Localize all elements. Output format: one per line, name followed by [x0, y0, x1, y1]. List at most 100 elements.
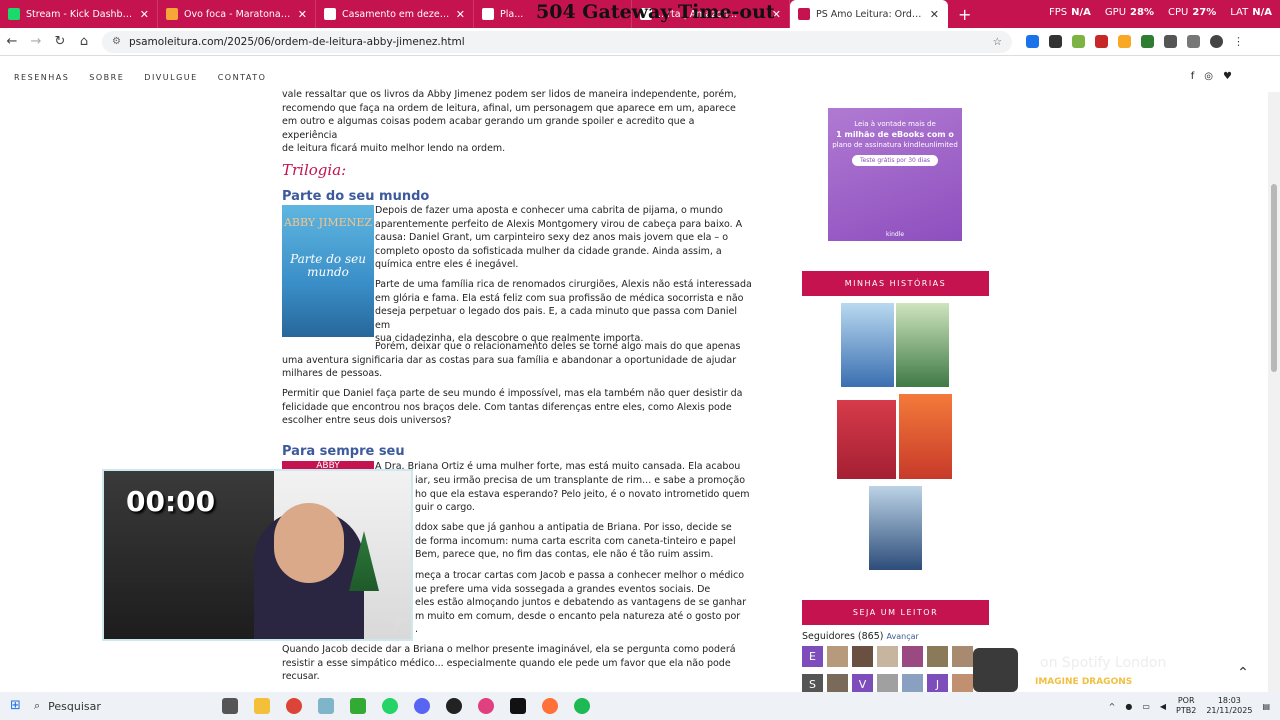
close-icon[interactable]: ✕ — [298, 8, 307, 21]
story-book-cover[interactable] — [841, 303, 894, 387]
extension-icon[interactable] — [1095, 35, 1108, 48]
ad-button[interactable]: Teste grátis por 30 dias — [851, 155, 939, 166]
menu-dots-icon[interactable]: ⋮ — [1233, 35, 1246, 48]
discord-icon[interactable] — [414, 698, 430, 714]
follower-avatar[interactable]: E — [802, 646, 823, 667]
back-icon[interactable]: ← — [0, 34, 24, 49]
follower-avatar[interactable] — [877, 646, 898, 667]
reload-icon[interactable]: ↻ — [48, 34, 72, 49]
maratona-favicon-icon — [166, 8, 178, 20]
search-placeholder: Pesquisar — [48, 699, 101, 713]
taskbar-search[interactable]: ⌕ Pesquisar — [34, 694, 214, 718]
task-view-icon[interactable] — [222, 698, 238, 714]
input-language[interactable]: POR PTB2 — [1176, 696, 1196, 716]
article-intro: vale ressaltar que os livros da Abby Jim… — [282, 88, 752, 156]
lang-line: PTB2 — [1176, 706, 1197, 715]
book1-title[interactable]: Parte do seu mundo — [282, 189, 429, 204]
extension-icon[interactable] — [1072, 35, 1085, 48]
notifications-icon[interactable]: ▤ — [1262, 702, 1270, 711]
microphone-icon[interactable]: ● — [1125, 702, 1132, 711]
intro-line: vale ressaltar que os livros da Abby Jim… — [282, 89, 737, 100]
clock[interactable]: 18:03 21/11/2025 — [1206, 696, 1252, 716]
text-line: . — [415, 624, 419, 636]
url-bar[interactable]: ⚙ psamoleitura.com/2025/06/ordem-de-leit… — [102, 30, 1012, 53]
story-book-cover[interactable] — [896, 303, 949, 387]
gpu-value: 28% — [1130, 7, 1154, 18]
story-book-cover[interactable] — [837, 400, 896, 479]
nav-divulgue[interactable]: DIVULGUE — [144, 73, 197, 82]
story-book-cover[interactable] — [899, 394, 952, 479]
book2-title[interactable]: Para sempre seu — [282, 444, 405, 459]
nav-resenhas[interactable]: RESENHAS — [14, 73, 69, 82]
extension-icon[interactable] — [1141, 35, 1154, 48]
gateway-error-overlay: 504 Gateway Time-out — [536, 1, 775, 23]
tab-ps-amo-leitura[interactable]: PS Amo Leitura: Ordem de leitu ✕ — [790, 0, 948, 28]
profile-avatar[interactable] — [1210, 35, 1223, 48]
intro-line: recomendo que faça na ordem de leitura, … — [282, 102, 736, 114]
tab-maratona[interactable]: Ovo foca - Maratona.app ✕ — [158, 0, 316, 28]
instagram-icon[interactable]: ◎ — [1204, 71, 1213, 82]
text-line: Porém, deixar que o relacionamento deles… — [375, 341, 741, 352]
forward-icon[interactable]: → — [24, 34, 48, 49]
app-icon[interactable] — [478, 698, 494, 714]
app-icon[interactable] — [318, 698, 334, 714]
extensions-puzzle-icon[interactable] — [1187, 35, 1200, 48]
new-tab-button[interactable]: + — [948, 5, 981, 24]
avatar-letter: E — [809, 650, 816, 663]
extension-icon[interactable] — [1026, 35, 1039, 48]
follower-avatar[interactable] — [852, 646, 873, 667]
trilogy-heading: Trilogia: — [282, 161, 347, 179]
book1-cover[interactable]: ABBY JIMENEZ Parte do seu mundo — [282, 205, 374, 337]
close-icon[interactable]: ✕ — [456, 8, 465, 21]
scroll-to-top-button[interactable]: ⌃ — [1232, 662, 1254, 684]
whatsapp-icon[interactable] — [382, 698, 398, 714]
nav-sobre[interactable]: SOBRE — [89, 73, 124, 82]
intro-line: em outro e algumas coisas podem acabar g… — [282, 116, 695, 141]
tab-label: Stream - Kick Dashboard — [26, 8, 134, 20]
text-line: química entre eles é inegável. — [375, 259, 519, 271]
tab-kick-dashboard[interactable]: Stream - Kick Dashboard ✕ — [0, 0, 158, 28]
story-book-cover[interactable] — [869, 486, 922, 570]
kindle-unlimited-ad[interactable]: Leia à vontade mais de 1 milhão de eBook… — [828, 108, 962, 241]
ad-line: Leia à vontade mais de — [854, 120, 936, 128]
spotify-icon[interactable] — [574, 698, 590, 714]
firefox-icon[interactable] — [542, 698, 558, 714]
facebook-icon[interactable]: f — [1191, 71, 1195, 82]
tab-label: Ovo foca - Maratona.app — [184, 8, 292, 20]
bookmark-star-icon[interactable]: ☆ — [993, 36, 1002, 48]
scrollbar-thumb[interactable] — [1271, 184, 1277, 372]
file-explorer-icon[interactable] — [254, 698, 270, 714]
app-icon[interactable] — [350, 698, 366, 714]
heart-icon[interactable]: ♥ — [1223, 71, 1232, 82]
performance-stats: FPS N/A GPU 28% CPU 27% LAT N/A — [1049, 7, 1272, 18]
extension-icon[interactable] — [1164, 35, 1177, 48]
chrome-icon[interactable] — [286, 698, 302, 714]
book2-paragraph-1-cont: iar, seu irmão precisa de um transplante… — [415, 474, 755, 515]
extension-icon[interactable] — [1118, 35, 1131, 48]
follower-avatar[interactable] — [902, 646, 923, 667]
extension-icon[interactable] — [1049, 35, 1062, 48]
home-icon[interactable]: ⌂ — [72, 34, 96, 49]
follower-avatar[interactable] — [827, 646, 848, 667]
text-line: Depois de fazer uma aposta e conhecer um… — [375, 205, 723, 216]
windows-taskbar: ⊞ ⌕ Pesquisar ^ ● ▭ ◀ POR PTB2 18:03 21/… — [0, 692, 1280, 720]
cpu-stat: CPU 27% — [1168, 7, 1216, 18]
tab-amazon-casamento[interactable]: Casamento em dezembro | An ✕ — [316, 0, 474, 28]
webcam-overlay: 00:00 ✈ — [102, 469, 413, 641]
close-icon[interactable]: ✕ — [140, 8, 149, 21]
notion-icon[interactable] — [510, 698, 526, 714]
followers-next-link[interactable]: Avançar — [887, 632, 919, 641]
chevron-up-icon[interactable]: ^ — [1109, 702, 1116, 711]
page-scrollbar[interactable] — [1268, 92, 1280, 692]
follower-avatar[interactable] — [952, 646, 973, 667]
follower-avatar[interactable] — [927, 646, 948, 667]
nav-contato[interactable]: CONTATO — [218, 73, 267, 82]
obs-icon[interactable] — [446, 698, 462, 714]
network-icon[interactable]: ▭ — [1142, 702, 1150, 711]
text-line: felicidade que encontrou nos braços dele… — [282, 401, 732, 413]
book1-paragraph-2: Parte de uma família rica de renomados c… — [375, 278, 755, 346]
volume-icon[interactable]: ◀ — [1160, 702, 1166, 711]
windows-start-icon[interactable]: ⊞ — [10, 698, 21, 713]
close-icon[interactable]: ✕ — [930, 8, 939, 21]
site-info-icon[interactable]: ⚙ — [112, 36, 121, 47]
